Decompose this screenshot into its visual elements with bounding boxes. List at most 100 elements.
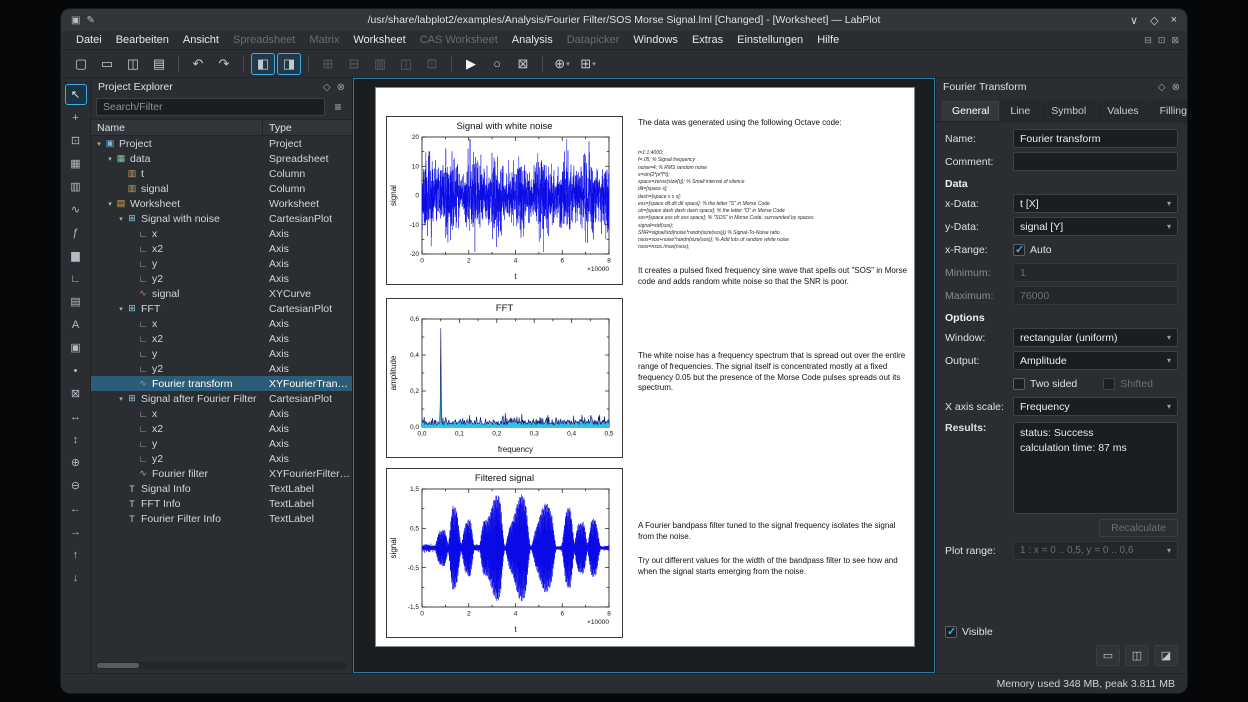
menu-ansicht[interactable]: Ansicht bbox=[176, 33, 226, 47]
worksheet-page[interactable]: Signal with white noise20100-10-2002468s… bbox=[375, 87, 915, 647]
tree-row-signal-after-fourier-filter[interactable]: ▾⊞Signal after Fourier FilterCartesianPl… bbox=[91, 391, 352, 406]
menu-matrix[interactable]: Matrix bbox=[302, 33, 346, 47]
close-dock-icon[interactable]: ⊗ bbox=[1172, 82, 1180, 93]
close-panel-icon[interactable]: ⊗ bbox=[337, 82, 345, 93]
tree-row-x2[interactable]: ∟x2Axis bbox=[91, 421, 352, 436]
expander-icon[interactable]: ▾ bbox=[105, 155, 115, 163]
minimum-input[interactable]: 1 bbox=[1013, 263, 1178, 282]
expander-icon[interactable]: ▾ bbox=[94, 140, 104, 148]
tree-columns-header[interactable]: Name Type bbox=[91, 119, 352, 136]
close-button[interactable]: × bbox=[1171, 14, 1177, 27]
tree-row-signal-with-noise[interactable]: ▾⊞Signal with noiseCartesianPlot bbox=[91, 211, 352, 226]
break-layout-button[interactable]: ⊟ bbox=[342, 53, 366, 75]
no-layout-button[interactable]: ▥ bbox=[368, 53, 392, 75]
tab-general[interactable]: General bbox=[942, 101, 999, 121]
octave-code-label[interactable]: t=1:1:4000;f=.05; % Signal frequencynois… bbox=[638, 150, 910, 252]
tree-row-fft-info[interactable]: TFFT InfoTextLabel bbox=[91, 496, 352, 511]
save-project-button[interactable]: ◫ bbox=[121, 53, 145, 75]
add-histogram-button[interactable]: ▆ bbox=[65, 245, 87, 266]
two-sided-checkbox[interactable]: Two sided bbox=[1013, 378, 1077, 390]
auto-scale-y-button[interactable]: ↕ bbox=[65, 429, 87, 450]
float-panel-icon[interactable]: ◇ bbox=[323, 82, 331, 93]
filter-info-label-1[interactable]: A Fourier bandpass filter tuned to the s… bbox=[638, 521, 908, 543]
vertical-layout-button[interactable]: ◧ bbox=[251, 53, 275, 75]
tree-row-x[interactable]: ∟xAxis bbox=[91, 406, 352, 421]
tree-row-signal[interactable]: ∿signalXYCurve bbox=[91, 286, 352, 301]
tree-row-fourier-transform[interactable]: ∿Fourier transformXYFourierTransformCurv… bbox=[91, 376, 352, 391]
grid-layout-button[interactable]: ⊞ bbox=[316, 53, 340, 75]
comment-input[interactable] bbox=[1013, 152, 1178, 171]
tree-row-project[interactable]: ▾▣ProjectProject bbox=[91, 136, 352, 151]
shift-up-button[interactable]: ↑ bbox=[65, 544, 87, 565]
expander-icon[interactable]: ▾ bbox=[105, 200, 115, 208]
filter-info-label-2[interactable]: Try out different values for the width o… bbox=[638, 556, 908, 578]
expander-icon[interactable]: ▾ bbox=[116, 305, 126, 313]
octave-intro-label[interactable]: The data was generated using the followi… bbox=[638, 118, 908, 129]
plot-signal-with-noise[interactable]: Signal with white noise20100-10-2002468s… bbox=[386, 116, 623, 285]
add-custom-point-button[interactable]: • bbox=[65, 360, 87, 381]
zoom-fit-button[interactable]: ⊠ bbox=[511, 53, 535, 75]
open-project-button[interactable]: ▭ bbox=[95, 53, 119, 75]
filter-options-button[interactable]: ≡ bbox=[329, 98, 347, 116]
minimize-button[interactable]: ∨ bbox=[1130, 14, 1138, 27]
mdi-restore-icon[interactable]: ⊡ bbox=[1158, 35, 1166, 46]
shift-down-button[interactable]: ↓ bbox=[65, 567, 87, 588]
add-plot-two-axes-button[interactable]: ▥ bbox=[65, 176, 87, 197]
horizontal-layout-button[interactable]: ◨ bbox=[277, 53, 301, 75]
tree-row-worksheet[interactable]: ▾▤WorksheetWorksheet bbox=[91, 196, 352, 211]
menu-datapicker[interactable]: Datapicker bbox=[560, 33, 627, 47]
menu-analysis[interactable]: Analysis bbox=[505, 33, 560, 47]
maximum-input[interactable]: 76000 bbox=[1013, 286, 1178, 305]
auto-scale-x-button[interactable]: ↔ bbox=[65, 406, 87, 427]
menu-worksheet[interactable]: Worksheet bbox=[346, 33, 412, 47]
expander-icon[interactable]: ▾ bbox=[116, 215, 126, 223]
mdi-minimize-icon[interactable]: ⊟ bbox=[1144, 35, 1152, 46]
tab-symbol[interactable]: Symbol bbox=[1041, 101, 1096, 121]
tree-row-signal[interactable]: ▥signalColumn bbox=[91, 181, 352, 196]
menu-datei[interactable]: Datei bbox=[69, 33, 109, 47]
menu-hilfe[interactable]: Hilfe bbox=[810, 33, 846, 47]
tab-filling[interactable]: Filling bbox=[1150, 101, 1188, 121]
add-legend-button[interactable]: ▤ bbox=[65, 291, 87, 312]
zoom-select-tool-button[interactable]: ⊡ bbox=[65, 130, 87, 151]
tab-values[interactable]: Values bbox=[1097, 101, 1148, 121]
menu-windows[interactable]: Windows bbox=[626, 33, 685, 47]
output-select[interactable]: Amplitude ▾ bbox=[1013, 351, 1178, 370]
x-data-select[interactable]: t [X] ▾ bbox=[1013, 194, 1178, 213]
tree-row-fourier-filter[interactable]: ∿Fourier filterXYFourierFilterCurve bbox=[91, 466, 352, 481]
horizontal-scrollbar[interactable] bbox=[96, 662, 347, 669]
tree-row-fourier-filter-info[interactable]: TFourier Filter InfoTextLabel bbox=[91, 511, 352, 526]
add-text-label-button[interactable]: A bbox=[65, 314, 87, 335]
select-tool-button[interactable]: ↖ bbox=[65, 84, 87, 105]
menu-spreadsheet[interactable]: Spreadsheet bbox=[226, 33, 302, 47]
tree-row-x[interactable]: ∟xAxis bbox=[91, 316, 352, 331]
column-header-type[interactable]: Type bbox=[263, 120, 352, 135]
tree-row-data[interactable]: ▾▦dataSpreadsheet bbox=[91, 151, 352, 166]
tree-row-y[interactable]: ∟yAxis bbox=[91, 436, 352, 451]
worksheet-view[interactable]: Signal with white noise20100-10-2002468s… bbox=[353, 78, 935, 673]
auto-checkbox[interactable]: Auto bbox=[1013, 244, 1178, 256]
crosshair-tool-button[interactable]: + bbox=[65, 107, 87, 128]
plot-fft[interactable]: FFT0,00,20,40,60,00,10,20,30,40,5amplitu… bbox=[386, 298, 623, 458]
recalculate-button[interactable]: Recalculate bbox=[1099, 519, 1178, 537]
tree-row-t[interactable]: ▥tColumn bbox=[91, 166, 352, 181]
magnification-dropdown[interactable]: ⊞▾ bbox=[576, 53, 600, 75]
menu-cas-worksheet[interactable]: CAS Worksheet bbox=[413, 33, 505, 47]
zoom-out-button[interactable]: ⊖ bbox=[65, 475, 87, 496]
tree-row-y[interactable]: ∟yAxis bbox=[91, 256, 352, 271]
titlebar[interactable]: ▣ ✎ /usr/share/labplot2/examples/Analysi… bbox=[61, 9, 1187, 31]
zoom-in-button[interactable]: ⊕ bbox=[65, 452, 87, 473]
tree-row-y2[interactable]: ∟y2Axis bbox=[91, 361, 352, 376]
align-columns-button[interactable]: ◫ bbox=[394, 53, 418, 75]
column-header-name[interactable]: Name bbox=[91, 120, 263, 135]
signal-info-label[interactable]: It creates a pulsed fixed frequency sine… bbox=[638, 266, 908, 288]
add-plot-four-axes-button[interactable]: ▦ bbox=[65, 153, 87, 174]
menu-extras[interactable]: Extras bbox=[685, 33, 730, 47]
x-axis-scale-select[interactable]: Frequency ▾ bbox=[1013, 397, 1178, 416]
expander-icon[interactable]: ▾ bbox=[116, 395, 126, 403]
float-dock-icon[interactable]: ◇ bbox=[1158, 82, 1166, 93]
tree-row-fft[interactable]: ▾⊞FFTCartesianPlot bbox=[91, 301, 352, 316]
search-input[interactable]: Search/Filter bbox=[96, 98, 325, 116]
navigate-mode-button[interactable]: ▶ bbox=[459, 53, 483, 75]
add-xy-curve-button[interactable]: ∿ bbox=[65, 199, 87, 220]
